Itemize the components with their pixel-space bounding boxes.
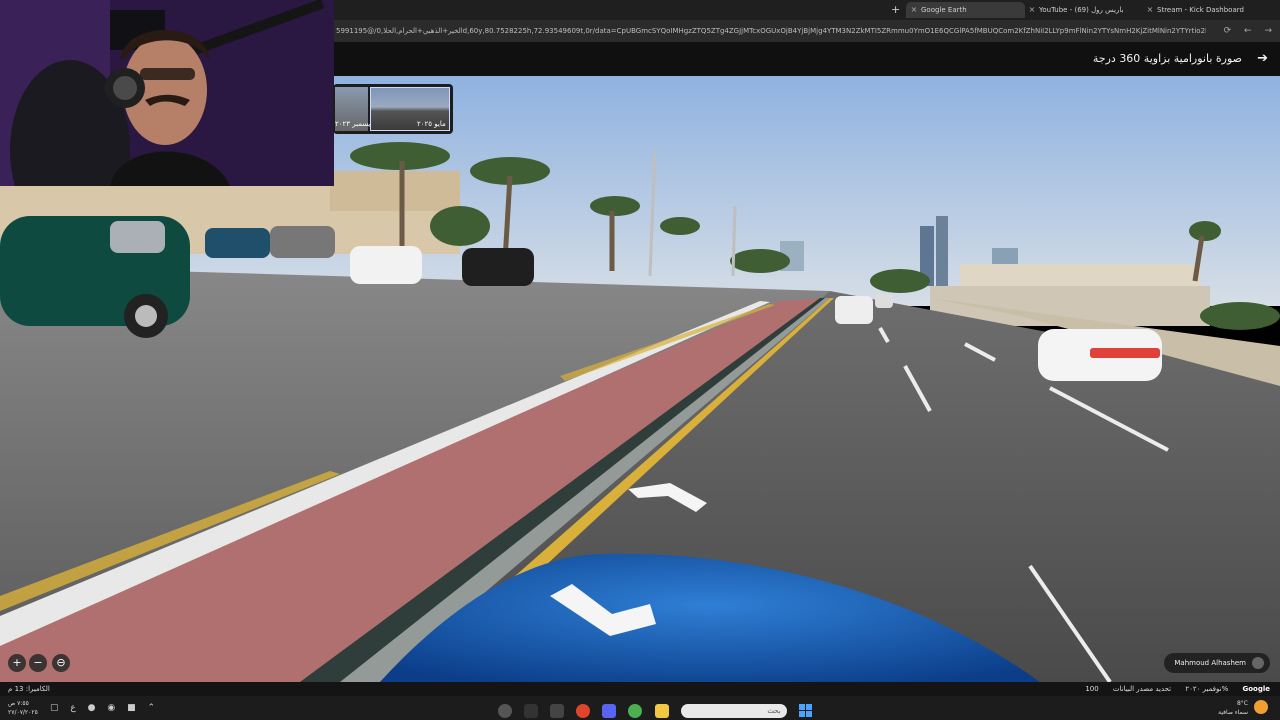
forward-icon[interactable]: → bbox=[1264, 26, 1272, 36]
taskbar-apps: بحث bbox=[498, 700, 812, 718]
zoom-out-button[interactable]: − bbox=[29, 654, 47, 672]
author-name: Mahmoud Alhashem bbox=[1174, 659, 1246, 667]
chrome-icon[interactable] bbox=[628, 703, 643, 718]
compass-icon: ⊖ bbox=[56, 656, 66, 669]
close-icon[interactable]: × bbox=[910, 2, 918, 18]
app-tray-icon[interactable]: ◉ bbox=[107, 703, 115, 713]
close-icon[interactable]: × bbox=[1028, 2, 1036, 18]
tab-label: YouTube - باريس رول (69) bbox=[1039, 6, 1124, 14]
avatar bbox=[1252, 657, 1264, 669]
new-tab-button[interactable]: + bbox=[891, 2, 900, 18]
camera-altitude: الكاميرا: 13 م bbox=[8, 685, 50, 693]
browser-nav-controls: ⟳ ← → bbox=[1214, 20, 1272, 42]
system-tray: ▢ ع ● ◉ ■ ⌃ bbox=[50, 696, 164, 720]
discord-icon[interactable] bbox=[602, 703, 617, 718]
tab-kick-dashboard[interactable]: × Stream - Kick Dashboard bbox=[1146, 2, 1256, 18]
taskbar-clock[interactable]: ٧:٥٥ ص ٢٧/٠٧/٢٠٢٥ bbox=[8, 699, 38, 717]
weather-temp: 8°C bbox=[1236, 700, 1248, 707]
imagery-history-thumbnails: ديسمبر ٢٠٢٣ مايو ٢٠٢٥ bbox=[333, 84, 453, 134]
windows-start-icon[interactable] bbox=[798, 704, 812, 717]
file-explorer-icon[interactable] bbox=[654, 703, 669, 718]
close-icon[interactable]: × bbox=[1146, 2, 1154, 18]
arrow-right-icon[interactable]: ➔ bbox=[1257, 42, 1268, 76]
back-icon[interactable]: ← bbox=[1244, 26, 1252, 36]
microphone-icon[interactable]: ● bbox=[88, 703, 96, 713]
photo-attribution[interactable]: Mahmoud Alhashem bbox=[1164, 653, 1270, 673]
streamer-webcam-image bbox=[0, 0, 334, 186]
zoom-controls: + − ⊖ bbox=[8, 654, 74, 674]
firefox-icon[interactable] bbox=[576, 703, 591, 718]
tab-google-earth[interactable]: × Google Earth bbox=[906, 2, 1025, 18]
webcam-overlay bbox=[0, 0, 334, 186]
taskbar: ٧:٥٥ ص ٢٧/٠٧/٢٠٢٥ ▢ ع ● ◉ ■ ⌃ بحث 8°C سم… bbox=[0, 696, 1280, 720]
data-source-link[interactable]: تحديد مصدر البيانات bbox=[1113, 685, 1171, 693]
tab-youtube[interactable]: × YouTube - باريس رول (69) bbox=[1028, 2, 1138, 18]
tab-label: Stream - Kick Dashboard bbox=[1157, 6, 1244, 14]
reload-icon[interactable]: ⟳ bbox=[1224, 26, 1232, 36]
clock-time: ٧:٥٥ ص bbox=[8, 700, 29, 707]
capcut-icon[interactable] bbox=[524, 703, 539, 718]
record-icon[interactable]: ■ bbox=[127, 703, 136, 713]
tab-label: Google Earth bbox=[921, 6, 967, 14]
thumbnail-date-label: ديسمبر ٢٠٢٣ bbox=[335, 120, 374, 128]
imagery-date: نوفمبر ٢٠٢٠ bbox=[1185, 685, 1222, 693]
earth-status-bar: الكاميرا: 13 م نوفمبر ٢٠٢٠ تحديد مصدر ال… bbox=[0, 682, 1280, 696]
weather-desc: سماء صافية bbox=[1218, 709, 1248, 716]
thumbnail-date-label: مايو ٢٠٢٥ bbox=[417, 120, 446, 128]
language-indicator[interactable]: ع bbox=[70, 703, 75, 713]
chevron-up-icon[interactable]: ⌃ bbox=[148, 703, 156, 713]
app-grid-icon[interactable] bbox=[550, 703, 565, 718]
steam-icon[interactable] bbox=[498, 703, 512, 718]
page-title: صورة بانورامية بزاوية 360 درجة bbox=[1092, 52, 1242, 65]
compass-button[interactable]: ⊖ bbox=[52, 654, 70, 672]
notification-icon[interactable]: ▢ bbox=[50, 703, 59, 713]
zoom-in-button[interactable]: + bbox=[8, 654, 26, 672]
weather-icon bbox=[1254, 700, 1268, 714]
clock-date: ٢٧/٠٧/٢٠٢٥ bbox=[8, 709, 38, 716]
google-logo: Google bbox=[1242, 685, 1270, 693]
status-right: نوفمبر ٢٠٢٠ تحديد مصدر البيانات 100% Goo… bbox=[1073, 682, 1270, 696]
taskbar-search[interactable]: بحث bbox=[680, 703, 787, 718]
url-field[interactable]: 5991195@/الخير+الذهبي+الحرام,الحلا,0d,60… bbox=[336, 20, 1206, 42]
